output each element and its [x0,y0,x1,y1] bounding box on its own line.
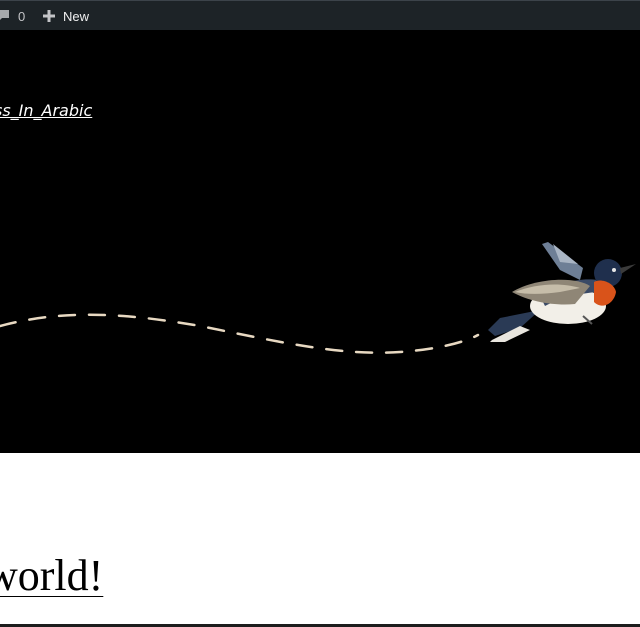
post-title-link[interactable]: world! [0,548,103,604]
dashed-flight-path [0,313,480,354]
comments-count: 0 [18,8,26,24]
comment-bubble-icon [0,9,10,23]
header-cover: ss_In_Arabic [0,30,640,453]
admin-bar: 0 New [0,0,640,30]
bird-icon [488,242,636,342]
plus-icon [42,9,56,23]
new-label: New [63,8,90,24]
bird-flight-path-illustration [0,242,636,354]
new-content-menu-item[interactable]: New [42,1,89,31]
comments-menu-item[interactable]: 0 [0,1,25,31]
